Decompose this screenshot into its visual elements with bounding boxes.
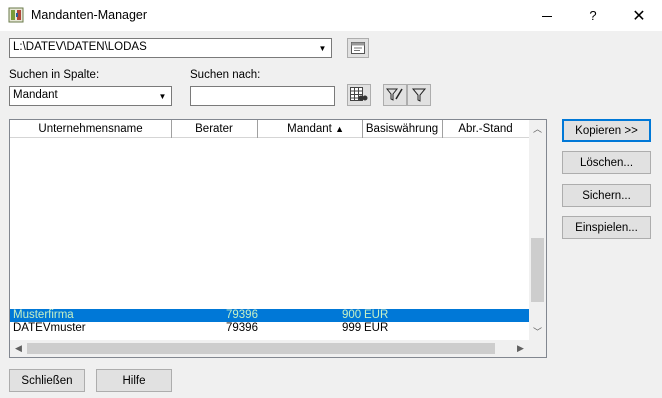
hilfe-button[interactable]: Hilfe <box>96 369 172 392</box>
filter-icon <box>411 88 427 102</box>
path-value: L:\DATEV\DATEN\LODAS <box>13 41 147 53</box>
search-column-value: Mandant <box>13 89 58 101</box>
horizontal-scroll-thumb[interactable] <box>27 343 495 354</box>
column-header-berater[interactable]: Berater <box>171 120 258 138</box>
cell-berater: 79396 <box>226 309 258 321</box>
column-header-unternehmensname[interactable]: Unternehmensname <box>10 120 172 138</box>
kopieren-button[interactable]: Kopieren >> <box>562 119 651 142</box>
scroll-left-icon[interactable]: ◀ <box>10 340 27 357</box>
scroll-down-icon[interactable]: ﹀ <box>529 323 546 340</box>
loeschen-label: Löschen... <box>579 156 634 169</box>
table-row[interactable]: DATEVmuster 79396 999 EUR <box>10 322 529 335</box>
cell-waehrung: EUR <box>364 322 389 334</box>
sichern-button[interactable]: Sichern... <box>562 184 651 207</box>
loeschen-button[interactable]: Löschen... <box>562 151 651 174</box>
help-title-button[interactable]: ? <box>570 0 616 31</box>
schliessen-button[interactable]: Schließen <box>9 369 85 392</box>
cell-mandant: 900 <box>342 309 362 321</box>
search-button[interactable] <box>347 84 371 106</box>
table-row[interactable]: Musterfirma 79396 900 EUR <box>10 309 529 322</box>
scrollbar-corner <box>529 340 546 357</box>
cell-name: DATEVmuster <box>13 322 86 334</box>
search-input[interactable] <box>190 86 335 106</box>
path-combobox[interactable]: L:\DATEV\DATEN\LODAS ▼ <box>9 38 332 58</box>
einspielen-button[interactable]: Einspielen... <box>562 216 651 239</box>
app-icon <box>8 7 24 23</box>
column-header-mandant[interactable]: Mandant ▲ <box>257 120 363 138</box>
browse-path-button[interactable] <box>347 38 369 58</box>
scroll-up-icon[interactable]: ︿ <box>529 120 546 137</box>
window-title: Mandanten-Manager <box>31 8 148 22</box>
search-query-label: Suchen nach: <box>190 69 261 81</box>
list-header: Unternehmensname Berater Mandant ▲ Basis… <box>10 120 529 138</box>
minimize-button[interactable] <box>524 0 570 31</box>
search-column-label: Suchen in Spalte: <box>9 69 100 81</box>
cell-name: Musterfirma <box>13 309 74 321</box>
einspielen-label: Einspielen... <box>575 221 638 234</box>
kopieren-label: Kopieren >> <box>575 124 638 137</box>
sort-ascending-icon: ▲ <box>335 124 344 134</box>
column-header-mandant-label: Mandant <box>287 123 332 135</box>
filter-edit-icon <box>386 88 403 101</box>
horizontal-scrollbar[interactable]: ◀ ▶ <box>10 340 529 357</box>
column-header-abr-stand[interactable]: Abr.-Stand <box>442 120 529 138</box>
cell-berater: 79396 <box>226 322 258 334</box>
scroll-right-icon[interactable]: ▶ <box>512 340 529 357</box>
minimize-icon <box>542 16 552 17</box>
client-list[interactable]: Unternehmensname Berater Mandant ▲ Basis… <box>9 119 547 358</box>
cell-mandant: 999 <box>342 322 362 334</box>
sichern-label: Sichern... <box>582 189 631 202</box>
chevron-down-icon[interactable]: ▼ <box>155 88 170 104</box>
column-header-basiswaehrung[interactable]: Basiswährung <box>362 120 443 138</box>
hilfe-label: Hilfe <box>122 374 146 387</box>
close-button[interactable]: ✕ <box>616 0 662 31</box>
schliessen-label: Schließen <box>21 374 73 387</box>
window-icon <box>351 42 365 54</box>
filter-button[interactable] <box>407 84 431 106</box>
vertical-scrollbar[interactable]: ︿ ﹀ <box>529 120 546 340</box>
search-column-combobox[interactable]: Mandant ▼ <box>9 86 172 106</box>
edit-filter-button[interactable] <box>383 84 407 106</box>
vertical-scroll-thumb[interactable] <box>531 238 544 302</box>
title-bar: Mandanten-Manager ? ✕ <box>0 0 662 31</box>
binoculars-grid-icon <box>350 87 368 101</box>
cell-waehrung: EUR <box>364 309 389 321</box>
chevron-down-icon[interactable]: ▼ <box>315 40 330 56</box>
